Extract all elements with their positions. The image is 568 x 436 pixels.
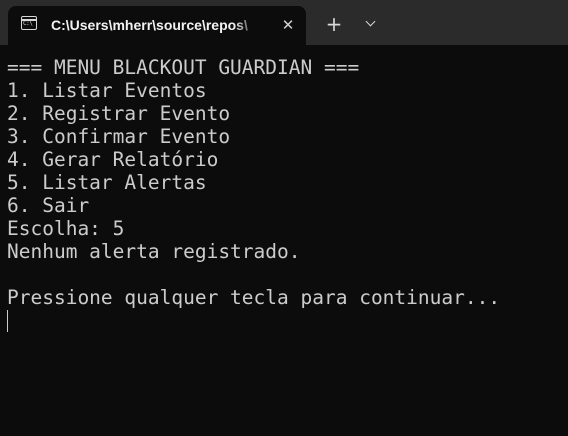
terminal-line: Nenhum alerta registrado.: [7, 240, 301, 263]
terminal-line: 6. Sair: [7, 194, 90, 217]
terminal-line: 4. Gerar Relatório: [7, 148, 219, 171]
terminal-line: === MENU BLACKOUT GUARDIAN ===: [7, 56, 360, 79]
console-icon-glyph: C:\: [23, 20, 33, 27]
console-icon: C:\: [21, 16, 37, 30]
terminal-line: Pressione qualquer tecla para continuar.…: [7, 286, 501, 309]
text-cursor: [7, 310, 8, 332]
terminal-line: 5. Listar Alertas: [7, 171, 207, 194]
terminal-tab[interactable]: C:\ C:\Users\mherr\source\repos\ ✕: [8, 6, 306, 45]
terminal-line: 1. Listar Eventos: [7, 79, 207, 102]
terminal-line: Escolha: 5: [7, 217, 125, 240]
new-tab-button[interactable]: +: [320, 13, 348, 37]
terminal-line: 2. Registrar Evento: [7, 102, 231, 125]
terminal-window: C:\ C:\Users\mherr\source\repos\ ✕ + ===…: [0, 0, 568, 436]
tab-title: C:\Users\mherr\source\repos\: [51, 17, 248, 33]
tab-close-button[interactable]: ✕: [278, 15, 298, 35]
terminal-output[interactable]: === MENU BLACKOUT GUARDIAN === 1. Listar…: [7, 56, 562, 426]
title-bar: C:\ C:\Users\mherr\source\repos\ ✕ +: [0, 0, 568, 45]
terminal-line: 3. Confirmar Evento: [7, 125, 231, 148]
chevron-down-icon[interactable]: [359, 14, 385, 36]
